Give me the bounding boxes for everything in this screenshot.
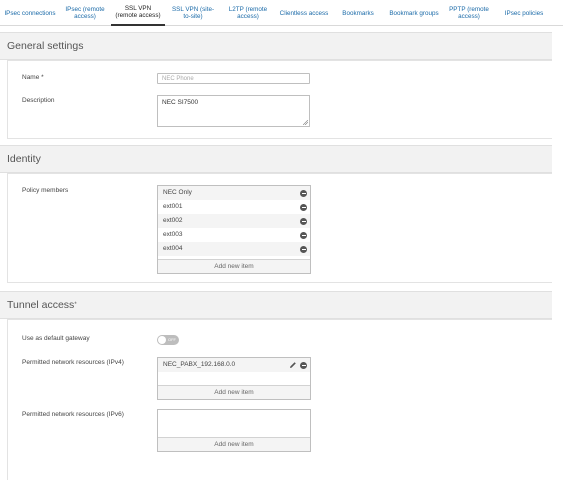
list-item: NEC_PABX_192.168.0.0 [158, 358, 310, 372]
list-item: NEC Only [158, 186, 310, 200]
member-name: ext001 [163, 203, 183, 210]
tab-ssl-vpn-remote-access[interactable]: SSL VPN (remote access) [111, 0, 165, 26]
tab-label: IPsec connections [4, 9, 56, 17]
identity-panel: Policy members NEC Only ext001 ext002 ex… [7, 173, 552, 283]
tab-label: SSL VPN (remote access) [115, 5, 161, 19]
tab-label: IPsec policies [504, 9, 544, 17]
member-name: ext002 [163, 217, 183, 224]
tab-label: Clientless access [279, 9, 329, 17]
member-name: ext003 [163, 231, 183, 238]
description-label: Description [22, 97, 55, 104]
info-marker: * [74, 302, 77, 308]
section-title: Tunnel access* [7, 299, 77, 311]
list-item: ext002 [158, 214, 310, 228]
add-new-item-button[interactable]: Add new item [158, 437, 310, 451]
policy-members-list: NEC Only ext001 ext002 ext003 ext004 Add… [157, 185, 311, 274]
ipv6-label: Permitted network resources (IPv6) [22, 411, 124, 418]
section-title-text: Tunnel access [7, 299, 75, 311]
toggle-knob [158, 336, 166, 344]
tab-l2tp-remote-access[interactable]: L2TP (remote access) [222, 0, 274, 26]
tab-ipsec-policies[interactable]: IPsec policies [497, 0, 551, 26]
list-item: ext003 [158, 228, 310, 242]
tunnel-access-header: Tunnel access* [0, 291, 552, 319]
default-gateway-toggle[interactable]: OFF [157, 335, 179, 345]
ipv6-resources-list: Add new item [157, 409, 311, 452]
toggle-state: OFF [168, 337, 176, 342]
remove-icon[interactable] [300, 203, 307, 211]
add-new-item-button[interactable]: Add new item [158, 259, 310, 273]
description-field[interactable]: NEC SI7500 [157, 95, 310, 127]
ipv4-label: Permitted network resources (IPv4) [22, 359, 124, 366]
tunnel-access-panel: Use as default gateway OFF Permitted net… [7, 319, 552, 480]
resize-grip-icon[interactable] [303, 120, 308, 125]
ipv4-resources-list: NEC_PABX_192.168.0.0 Add new item [157, 357, 311, 400]
default-gateway-label: Use as default gateway [22, 335, 90, 342]
general-settings-panel: Name * NEC Phone Description NEC SI7500 [7, 60, 552, 139]
edit-icon[interactable] [289, 361, 297, 369]
resource-name: NEC_PABX_192.168.0.0 [163, 361, 236, 368]
tab-ssl-vpn-site-to-site[interactable]: SSL VPN (site-to-site) [166, 0, 220, 26]
remove-icon[interactable] [300, 217, 307, 225]
tab-clientless-access[interactable]: Clientless access [276, 0, 332, 26]
remove-icon[interactable] [300, 189, 307, 197]
description-text: NEC SI7500 [162, 99, 199, 106]
name-field[interactable]: NEC Phone [157, 73, 310, 84]
tab-bar: IPsec connections IPsec (remote access) … [0, 0, 563, 26]
general-settings-header: General settings [0, 32, 552, 60]
policy-members-label: Policy members [22, 187, 69, 194]
tab-ipsec-remote-access[interactable]: IPsec (remote access) [60, 0, 110, 26]
remove-icon[interactable] [300, 245, 307, 253]
tab-label: Bookmarks [342, 9, 374, 17]
member-name: NEC Only [163, 189, 192, 196]
remove-icon[interactable] [300, 231, 307, 239]
tab-label: Bookmark groups [389, 9, 439, 17]
remove-icon[interactable] [300, 361, 307, 369]
identity-header: Identity [0, 145, 552, 173]
list-item: ext004 [158, 242, 310, 256]
tab-label: IPsec (remote access) [65, 6, 105, 20]
tab-label: L2TP (remote access) [228, 6, 268, 20]
add-new-item-button[interactable]: Add new item [158, 385, 310, 399]
section-title: Identity [7, 153, 41, 165]
tab-pptp-remote-access[interactable]: PPTP (remote access) [444, 0, 494, 26]
tab-bookmarks[interactable]: Bookmarks [335, 0, 381, 26]
member-name: ext004 [163, 245, 183, 252]
tab-bookmark-groups[interactable]: Bookmark groups [385, 0, 443, 26]
list-item: ext001 [158, 200, 310, 214]
tab-ipsec-connections[interactable]: IPsec connections [0, 0, 60, 26]
name-label: Name * [22, 74, 44, 81]
tab-label: SSL VPN (site-to-site) [171, 6, 215, 20]
tab-label: PPTP (remote access) [449, 6, 489, 20]
section-title: General settings [7, 40, 84, 52]
